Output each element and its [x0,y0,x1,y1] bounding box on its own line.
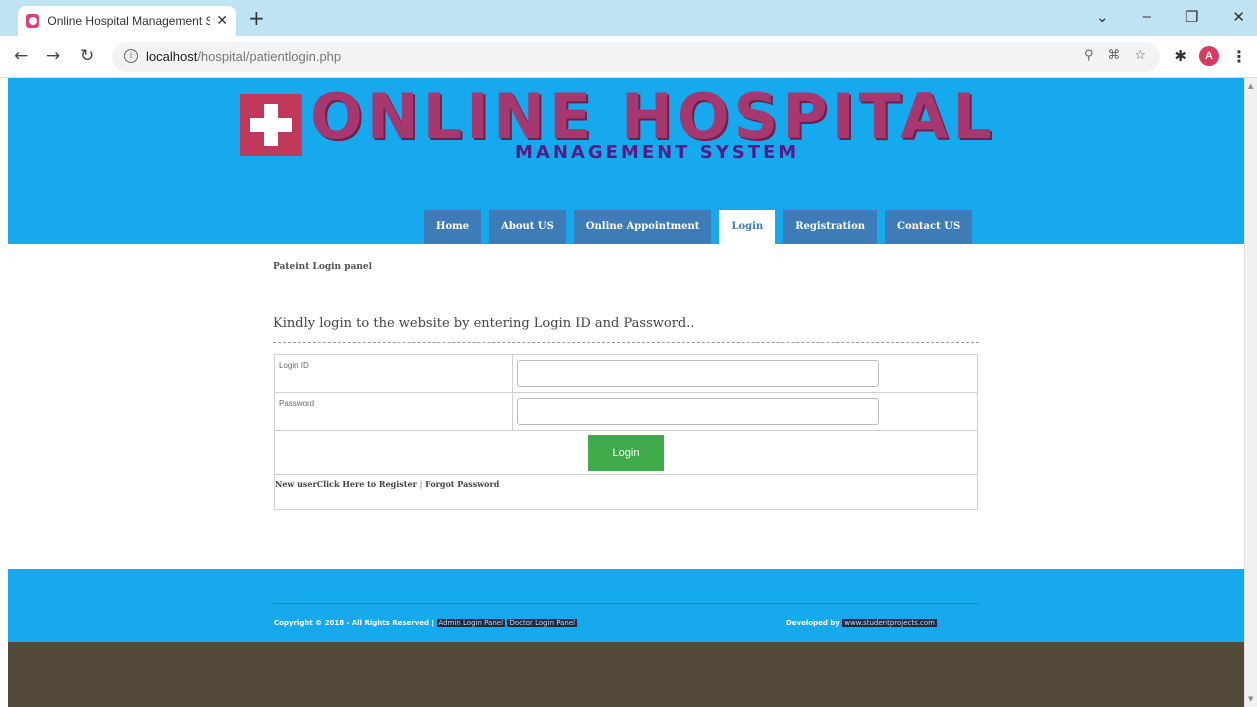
omnibox-actions: ⚲ ⌘ ☆ [1084,48,1146,63]
developer-link[interactable]: www.studentprojects.com [842,619,937,627]
password-label: Password [275,393,513,430]
reload-icon[interactable]: ↻ [80,47,94,65]
scroll-up-icon[interactable]: ▲ [1248,82,1253,90]
login-id-label: Login ID [275,355,513,392]
window-controls: ⌄ – ❐ ✕ [1096,8,1245,26]
footer-divider [273,603,979,604]
bookmark-star-icon[interactable]: ☆ [1134,48,1146,63]
extension-area: ✱ A ⋮ [1174,46,1247,66]
minimize-icon[interactable]: – [1143,8,1151,26]
logo-subtitle: MANAGEMENT SYSTEM [515,142,800,163]
doctor-login-link[interactable]: Doctor Login Panel [507,619,578,627]
password-input[interactable] [517,398,879,425]
zoom-icon[interactable]: ⚲ [1084,48,1094,63]
developed-by-text: Developed by [786,619,840,627]
restore-icon[interactable]: ❐ [1185,8,1198,26]
medical-cross-icon [240,94,302,156]
menu-item-contact-us[interactable]: Contact US [885,210,973,244]
menu-item-about-us[interactable]: About US [489,210,566,244]
menu-item-login[interactable]: Login [719,210,776,244]
footer-developer: Developed by www.studentprojects.com [786,619,937,627]
close-tab-icon[interactable]: ✕ [216,13,228,29]
main-menu: Home About US Online Appointment Login R… [424,210,973,244]
tab-search-icon[interactable]: ⌄ [1096,8,1109,26]
menu-item-registration[interactable]: Registration [783,210,878,244]
login-id-row: Login ID [275,355,977,393]
password-row: Password [275,393,977,431]
page-scrollbar[interactable]: ▲ ▼ [1244,78,1257,707]
browser-toolbar: ← → ↻ i localhost/hospital/patientlogin.… [0,36,1257,78]
intro-text: Kindly login to the website by entering … [273,316,695,331]
site-logo[interactable]: ONLINE HOSPITAL MANAGEMENT SYSTEM [232,80,1032,184]
admin-login-link[interactable]: Admin Login Panel [436,619,506,627]
forward-icon[interactable]: → [46,47,60,65]
new-tab-icon[interactable]: + [248,8,265,28]
browser-tab[interactable]: Online Hospital Management Sy ✕ [18,6,236,36]
login-id-input[interactable] [517,360,879,387]
links-row: New user Click Here to Register | Forgot… [275,475,977,509]
new-user-text: New user [275,479,317,489]
address-bar[interactable]: i localhost/hospital/patientlogin.php ⚲ … [112,42,1160,72]
login-form: Login ID Password Login New user Click H… [274,354,978,510]
forgot-password-link[interactable]: Forgot Password [425,479,499,489]
url-text[interactable]: localhost/hospital/patientlogin.php [146,49,341,64]
site-favicon-icon [26,14,40,28]
link-separator: | [419,480,423,489]
submit-row: Login [275,431,977,475]
tab-title: Online Hospital Management Sy [47,14,211,28]
panel-title: Pateint Login panel [273,262,373,272]
profile-avatar[interactable]: A [1199,46,1219,66]
back-icon[interactable]: ← [14,47,28,65]
browser-menu-icon[interactable]: ⋮ [1231,47,1247,66]
menu-item-online-appointment[interactable]: Online Appointment [573,210,712,244]
login-button[interactable]: Login [588,434,664,471]
close-window-icon[interactable]: ✕ [1232,8,1245,26]
extensions-icon[interactable]: ✱ [1174,47,1187,65]
footer-copyright: Copyright © 2018 - All Rights Reserved |… [274,619,578,627]
site-info-icon[interactable]: i [124,49,138,63]
menu-item-home[interactable]: Home [424,210,482,244]
site-header: ONLINE HOSPITAL MANAGEMENT SYSTEM Home A… [8,78,1244,244]
copyright-text: Copyright © 2018 - All Rights Reserved | [274,619,435,627]
scroll-down-icon[interactable]: ▼ [1248,695,1253,703]
page-bottom-band [8,642,1244,707]
register-link[interactable]: Click Here to Register [317,479,417,489]
site-footer: Copyright © 2018 - All Rights Reserved |… [8,569,1244,642]
translate-icon[interactable]: ⌘ [1107,48,1120,63]
divider [273,342,979,343]
browser-tab-bar: Online Hospital Management Sy ✕ + ⌄ – ❐ … [0,0,1257,36]
